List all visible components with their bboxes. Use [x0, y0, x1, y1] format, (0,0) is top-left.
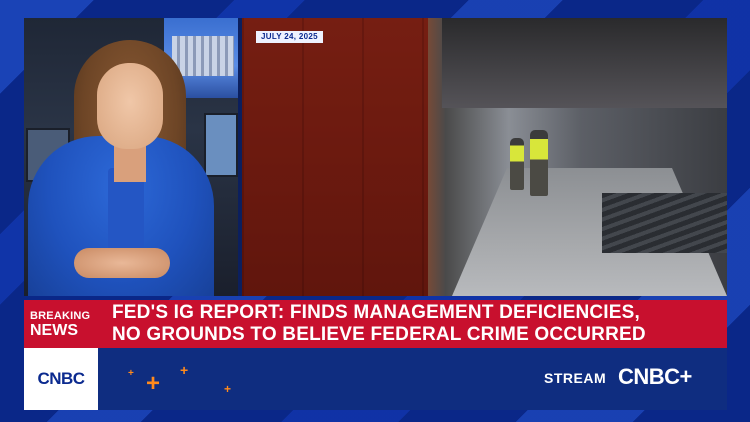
worker	[510, 138, 524, 190]
studio-monitor	[204, 113, 238, 177]
lower-third-banner: BREAKING NEWS FED'S IG REPORT: FINDS MAN…	[24, 300, 727, 348]
video-frame: JULY 24, 2025	[24, 18, 727, 296]
plus-icon: +	[146, 370, 161, 397]
cnbc-logo-box: CNBC	[24, 348, 98, 410]
news-label: NEWS	[30, 321, 78, 339]
stream-label: STREAM	[544, 370, 607, 386]
anchor-face	[97, 63, 163, 149]
cnbc-plus-logo: CNBC+	[618, 364, 692, 389]
federal-reserve-building	[172, 36, 234, 76]
headline-line-1: FED'S IG REPORT: FINDS MANAGEMENT DEFICI…	[112, 302, 641, 323]
worker	[530, 130, 548, 196]
plus-icon: +	[224, 382, 232, 396]
plus-icon: +	[128, 368, 134, 379]
plywood-wall	[242, 18, 428, 296]
date-tag: JULY 24, 2025	[256, 31, 323, 43]
construction-footage: JULY 24, 2025	[242, 18, 727, 296]
breaking-label: BREAKING	[30, 309, 91, 322]
cnbc-logo: CNBC	[37, 369, 85, 388]
headline-line-2: NO GROUNDS TO BELIEVE FEDERAL CRIME OCCU…	[112, 324, 646, 345]
anchor-shot	[24, 18, 238, 296]
anchor-hands	[74, 248, 170, 278]
headline: FED'S IG REPORT: FINDS MANAGEMENT DEFICI…	[98, 300, 727, 348]
plus-icon: +	[180, 362, 189, 378]
breaking-news-badge: BREAKING NEWS	[24, 300, 98, 348]
bottom-bar: CNBC + + + + STREAM CNBC+	[24, 348, 727, 410]
ceiling	[442, 18, 727, 108]
pipe-stack	[602, 193, 727, 253]
